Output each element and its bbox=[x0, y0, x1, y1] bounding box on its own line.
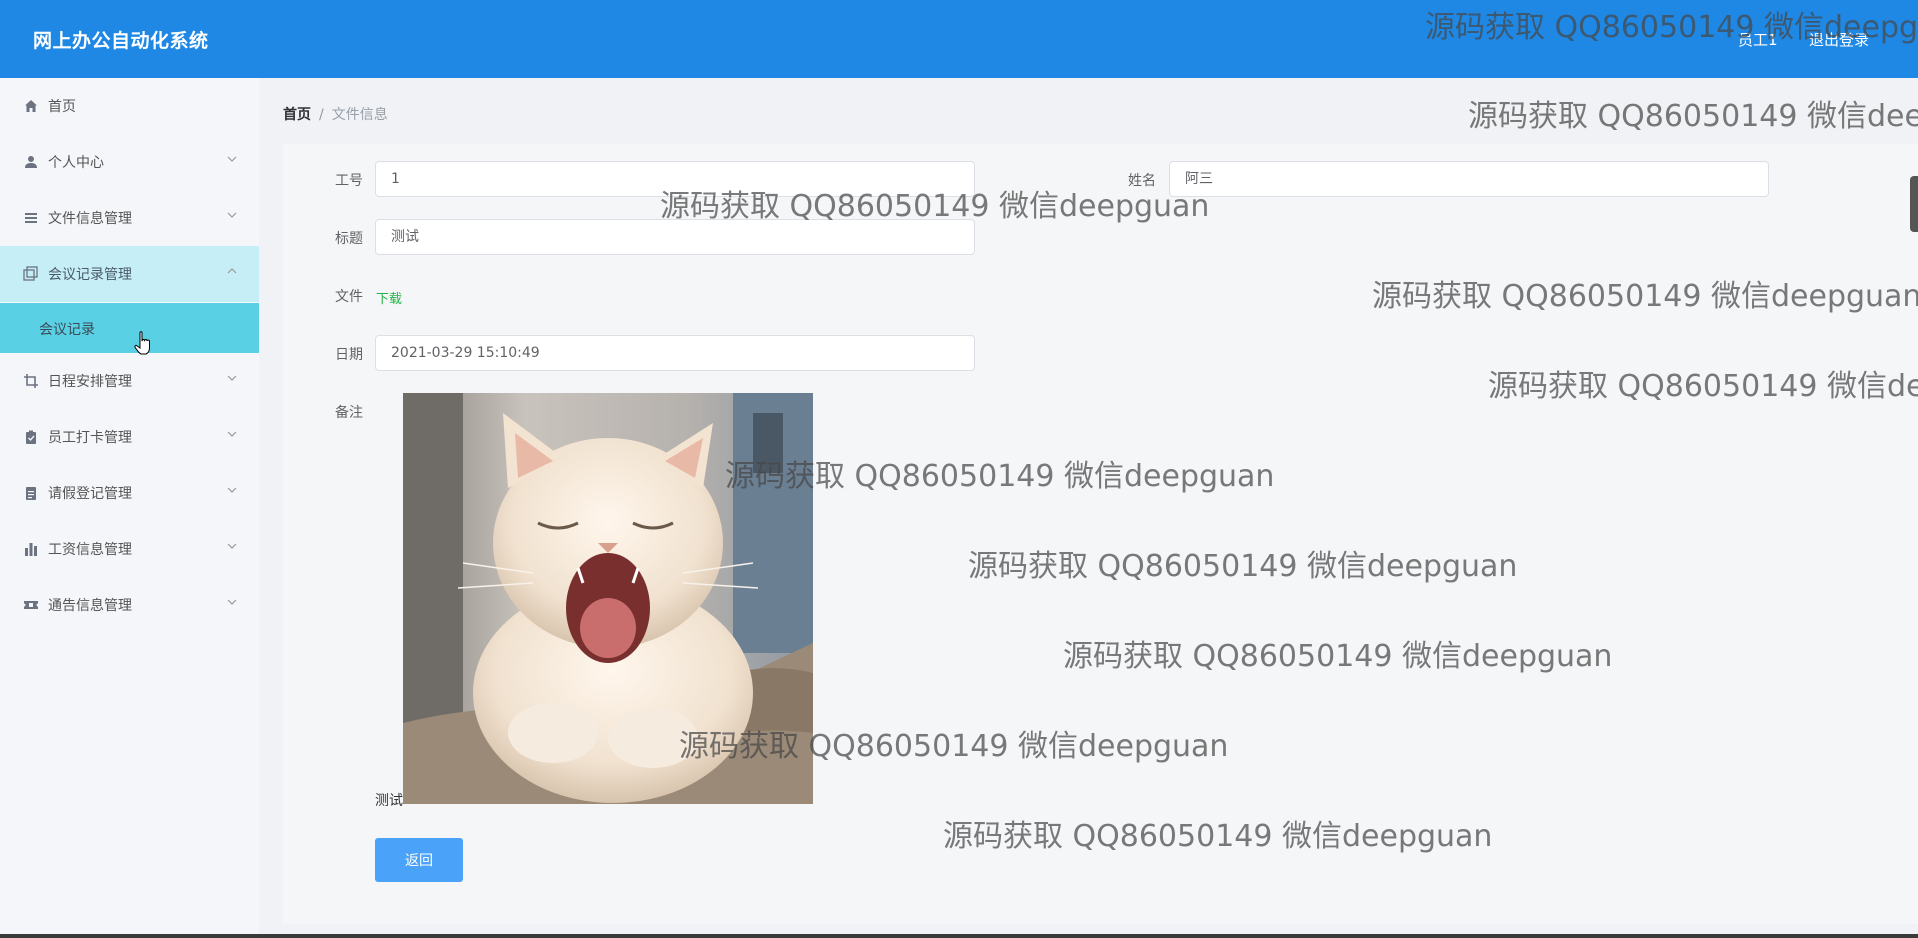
breadcrumb-separator: / bbox=[319, 107, 324, 123]
sidebar-item-salary[interactable]: 工资信息管理 bbox=[0, 521, 259, 577]
chevron-down-icon bbox=[227, 212, 237, 218]
breadcrumb-current: 文件信息 bbox=[331, 107, 388, 123]
current-user: 员工1 bbox=[1738, 31, 1778, 49]
sidebar-item-label: 首页 bbox=[48, 99, 76, 115]
download-link[interactable]: 下载 bbox=[376, 288, 402, 307]
chevron-down-icon bbox=[227, 599, 237, 605]
sidebar-item-file-info[interactable]: 文件信息管理 bbox=[0, 190, 259, 246]
remark-image bbox=[403, 393, 813, 804]
sidebar-item-personal-center[interactable]: 个人中心 bbox=[0, 134, 259, 190]
date-label: 日期 bbox=[335, 347, 363, 363]
app-title: 网上办公自动化系统 bbox=[33, 30, 209, 52]
sidebar-item-label: 员工打卡管理 bbox=[48, 430, 132, 446]
employee-id-label: 工号 bbox=[335, 173, 363, 189]
home-icon bbox=[22, 97, 40, 115]
remark-text: 测试 bbox=[375, 793, 403, 809]
chevron-up-icon bbox=[227, 268, 237, 274]
document-icon bbox=[22, 484, 40, 502]
watermark: 源码获取 QQ86050149 微信deepguan bbox=[1468, 99, 1918, 134]
logout-link[interactable]: 退出登录 bbox=[1809, 29, 1869, 50]
back-button[interactable]: 返回 bbox=[375, 838, 463, 882]
hand-cursor-icon bbox=[134, 331, 150, 355]
sidebar-item-label: 个人中心 bbox=[48, 155, 104, 171]
sidebar-item-label: 工资信息管理 bbox=[48, 542, 132, 558]
copy-icon bbox=[22, 265, 40, 283]
date-field[interactable]: 2021-03-29 15:10:49 bbox=[375, 335, 975, 371]
breadcrumb-home[interactable]: 首页 bbox=[283, 107, 311, 123]
breadcrumb: 首页 / 文件信息 bbox=[283, 104, 388, 124]
sidebar-item-schedule[interactable]: 日程安排管理 bbox=[0, 353, 259, 409]
ticket-icon bbox=[22, 596, 40, 614]
title-label: 标题 bbox=[335, 231, 363, 247]
user-icon bbox=[22, 153, 40, 171]
name-field[interactable]: 阿三 bbox=[1169, 161, 1769, 197]
sidebar-item-label: 会议记录管理 bbox=[48, 267, 132, 283]
side-handle[interactable] bbox=[1910, 176, 1918, 232]
sidebar-item-attendance[interactable]: 员工打卡管理 bbox=[0, 409, 259, 465]
sidebar-item-label: 请假登记管理 bbox=[48, 486, 132, 502]
bottom-bar bbox=[0, 934, 1918, 938]
name-label: 姓名 bbox=[1128, 173, 1156, 189]
sidebar-subitem-label: 会议记录 bbox=[39, 322, 95, 338]
sidebar-item-meeting-records[interactable]: 会议记录管理 bbox=[0, 246, 259, 302]
bar-chart-icon bbox=[22, 540, 40, 558]
sidebar-item-label: 通告信息管理 bbox=[48, 598, 132, 614]
remark-label: 备注 bbox=[335, 405, 363, 421]
list-icon bbox=[22, 209, 40, 227]
chevron-down-icon bbox=[227, 487, 237, 493]
sidebar-item-leave[interactable]: 请假登记管理 bbox=[0, 465, 259, 521]
chevron-down-icon bbox=[227, 543, 237, 549]
sidebar-item-notice[interactable]: 通告信息管理 bbox=[0, 577, 259, 633]
title-field[interactable]: 测试 bbox=[375, 219, 975, 255]
crop-icon bbox=[22, 372, 40, 390]
chevron-down-icon bbox=[227, 375, 237, 381]
file-label: 文件 bbox=[335, 289, 363, 305]
top-header: 网上办公自动化系统 员工1 退出登录 bbox=[0, 0, 1918, 78]
sidebar-item-label: 文件信息管理 bbox=[48, 211, 132, 227]
sidebar-item-label: 日程安排管理 bbox=[48, 374, 132, 390]
chevron-down-icon bbox=[227, 156, 237, 162]
sidebar-item-home[interactable]: 首页 bbox=[0, 78, 259, 134]
clipboard-icon bbox=[22, 428, 40, 446]
sidebar: 首页 个人中心 文件信息管理 会议记录管理 会议记录 日程安排管理 员工打卡管理… bbox=[0, 78, 259, 938]
sidebar-subitem-meeting-record[interactable]: 会议记录 bbox=[0, 303, 259, 353]
chevron-down-icon bbox=[227, 431, 237, 437]
employee-id-field[interactable]: 1 bbox=[375, 161, 975, 197]
